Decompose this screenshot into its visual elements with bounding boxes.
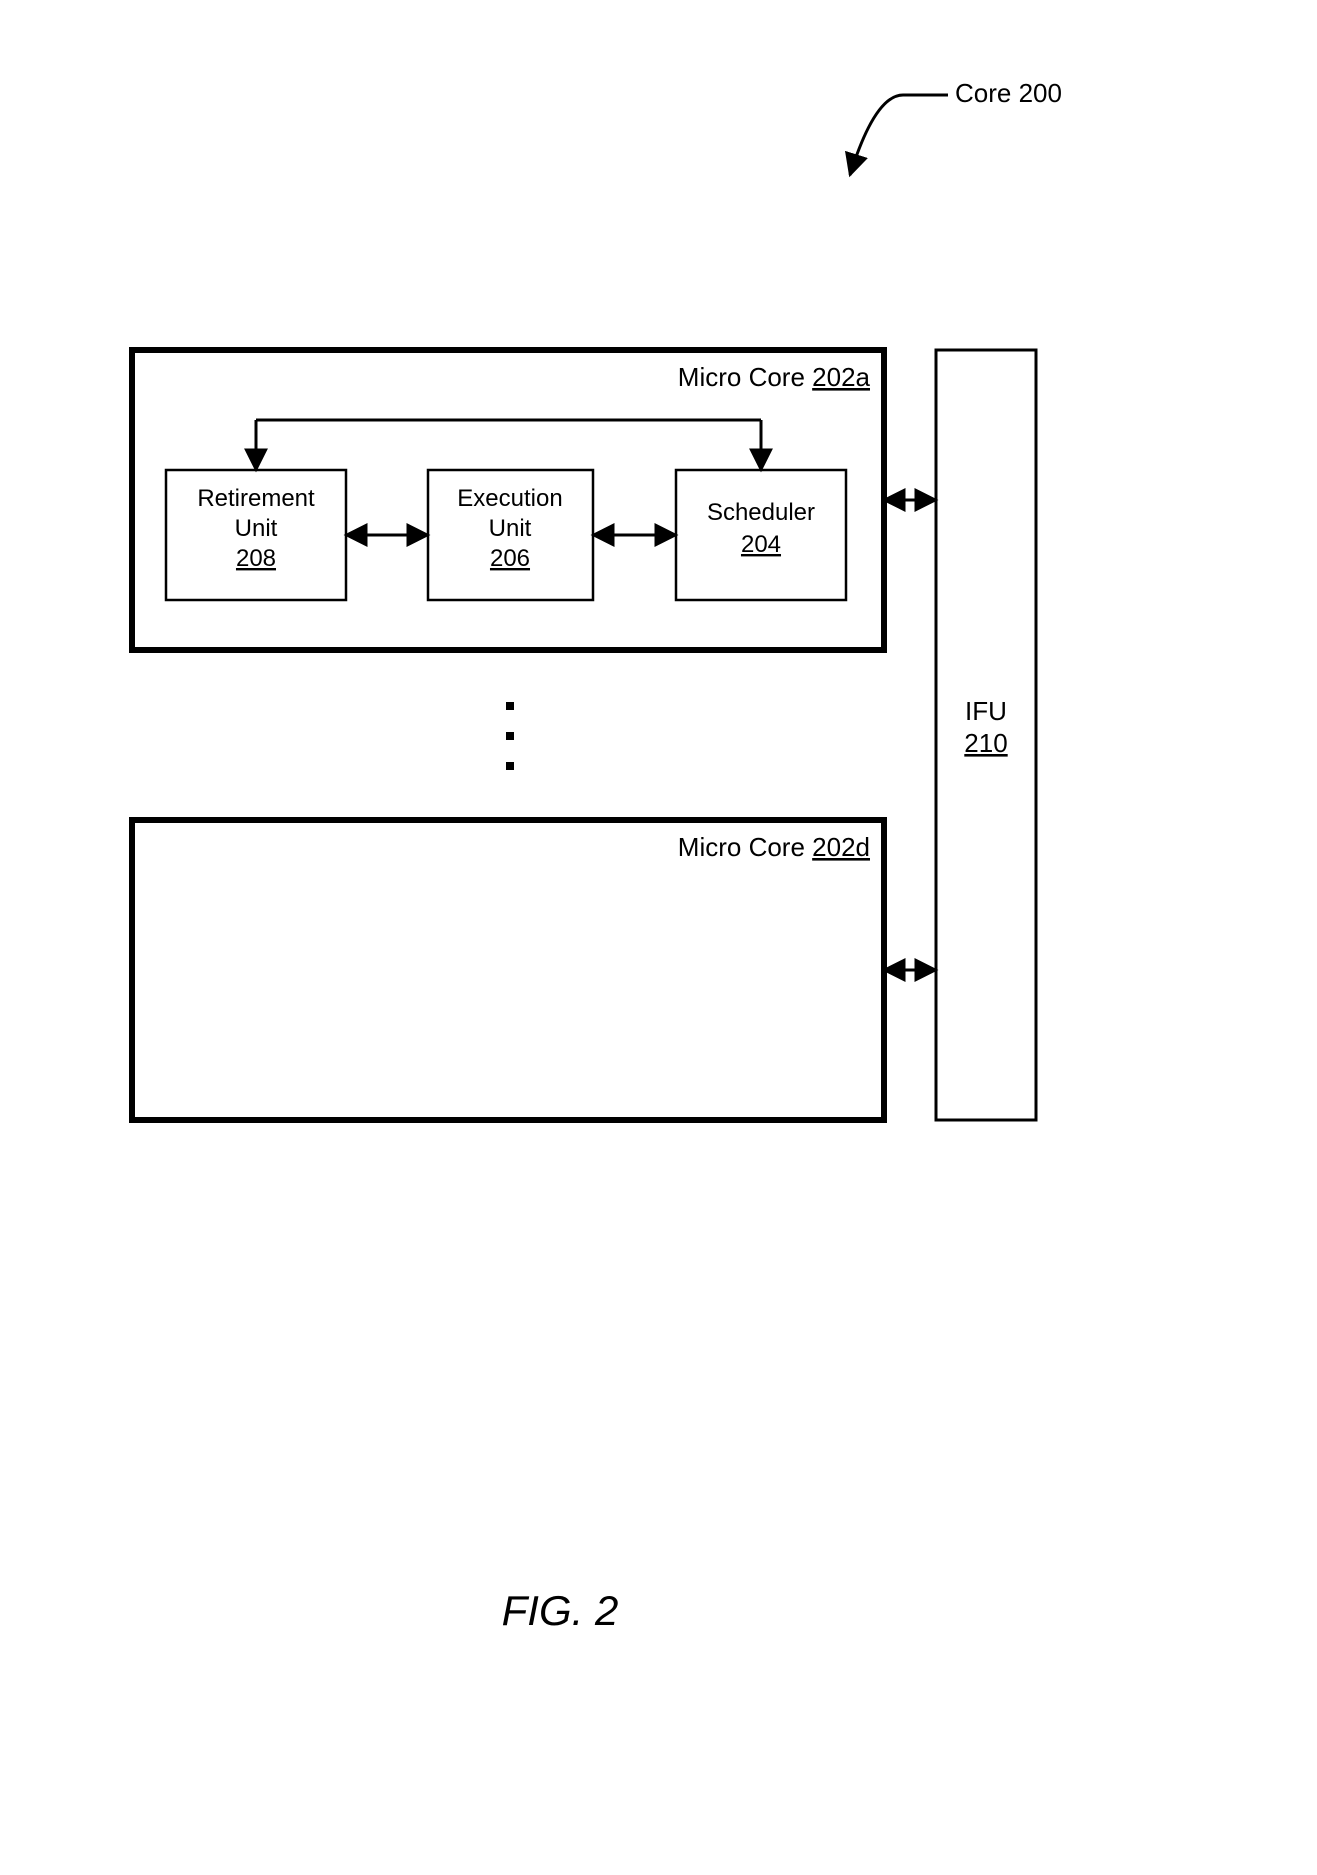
core-diagram: Core 200 IFU 210 Micro Core 202a Retirem… — [0, 0, 1317, 1875]
retirement-num: 208 — [236, 545, 276, 572]
micro-core-d-num: 202d — [812, 832, 870, 862]
scheduler-block: Scheduler 204 — [676, 470, 846, 600]
svg-text:Core 200: Core 200 — [955, 78, 1062, 108]
scheduler-label: Scheduler — [707, 499, 815, 526]
core-label-num: 200 — [1019, 78, 1062, 108]
core-pointer-arrow — [850, 95, 948, 175]
micro-core-202a: Micro Core 202a Retirement Unit 208 Exec… — [132, 350, 884, 650]
execution-num: 206 — [490, 545, 530, 572]
ifu-label: IFU — [965, 696, 1007, 726]
scheduler-num: 204 — [741, 531, 781, 558]
retirement-line2: Unit — [235, 515, 278, 542]
core-label-text: Core — [955, 78, 1019, 108]
retirement-unit-block: Retirement Unit 208 — [166, 470, 346, 600]
retirement-line1: Retirement — [197, 485, 315, 512]
svg-text:Micro Core 202d: Micro Core 202d — [678, 832, 870, 862]
svg-text:Micro Core 202a: Micro Core 202a — [678, 362, 871, 392]
micro-core-a-prefix: Micro Core — [678, 362, 812, 392]
execution-line1: Execution — [457, 485, 562, 512]
ifu-block: IFU 210 — [936, 350, 1036, 1120]
core-label: Core 200 — [850, 78, 1062, 175]
execution-unit-block: Execution Unit 206 — [428, 470, 593, 600]
figure-caption: FIG. 2 — [502, 1587, 619, 1634]
ellipsis-icon — [506, 702, 514, 770]
ifu-number: 210 — [964, 728, 1007, 758]
micro-core-a-num: 202a — [812, 362, 870, 392]
micro-core-d-prefix: Micro Core — [678, 832, 812, 862]
execution-line2: Unit — [489, 515, 532, 542]
micro-core-202d: Micro Core 202d — [132, 820, 884, 1120]
